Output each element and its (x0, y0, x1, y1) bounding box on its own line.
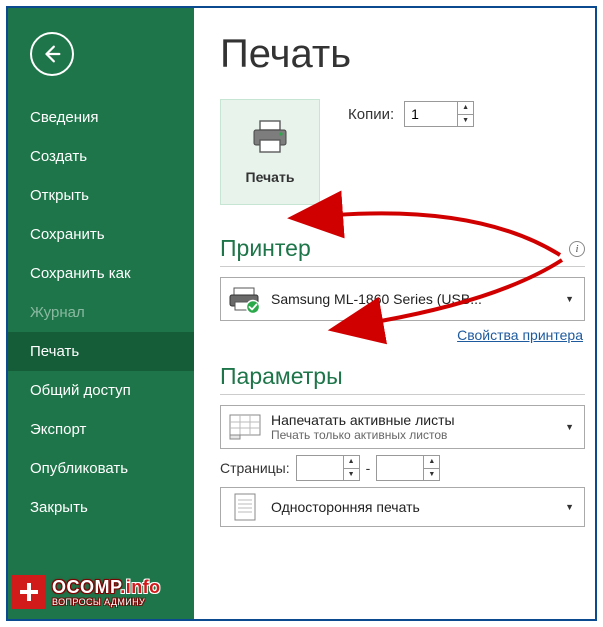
pages-to-spinner[interactable]: ▲ ▼ (376, 455, 440, 481)
back-button[interactable] (30, 32, 74, 76)
arrow-left-icon (41, 43, 63, 65)
watermark-sub: ВОПРОСЫ АДМИНУ (52, 598, 161, 607)
page-single-icon (227, 492, 263, 522)
sidebar-item-history: Журнал (8, 293, 194, 332)
backstage-sidebar: Сведения Создать Открыть Сохранить Сохра… (8, 8, 194, 619)
watermark: OCOMP.info ВОПРОСЫ АДМИНУ (12, 575, 161, 609)
sidebar-item-export[interactable]: Экспорт (8, 410, 194, 449)
sidebar-item-new[interactable]: Создать (8, 137, 194, 176)
pages-to-input[interactable] (377, 456, 423, 480)
sidebar-item-publish[interactable]: Опубликовать (8, 449, 194, 488)
sidebar-item-close[interactable]: Закрыть (8, 488, 194, 527)
copies-label: Копии: (348, 106, 394, 123)
sided-dropdown[interactable]: Односторонняя печать ▼ (220, 487, 585, 527)
info-icon[interactable]: i (569, 241, 585, 257)
sidebar-item-save[interactable]: Сохранить (8, 215, 194, 254)
pages-sep: - (366, 460, 371, 476)
printer-dropdown[interactable]: Samsung ML-1860 Series (USB... ▼ (220, 277, 585, 321)
copies-spinner[interactable]: ▲ ▼ (404, 101, 474, 127)
print-what-primary: Напечатать активные листы (271, 412, 553, 428)
sidebar-item-share[interactable]: Общий доступ (8, 371, 194, 410)
pages-label: Страницы: (220, 460, 290, 476)
print-what-dropdown[interactable]: Напечатать активные листы Печать только … (220, 405, 585, 449)
section-printer-label: Принтер (220, 235, 311, 262)
watermark-suffix: .info (120, 577, 161, 597)
print-what-secondary: Печать только активных листов (271, 428, 553, 442)
printer-icon (250, 119, 290, 155)
print-button-label: Печать (246, 169, 295, 185)
print-pane: Печать Печать Копии: ▲ ▼ (194, 8, 595, 619)
pages-to-down[interactable]: ▼ (424, 469, 439, 481)
sheets-icon (227, 414, 263, 440)
page-title: Печать (220, 32, 585, 77)
printer-properties-link[interactable]: Свойства принтера (457, 327, 583, 343)
watermark-brand: OCOMP (52, 577, 120, 597)
section-settings: Параметры (220, 363, 585, 395)
section-settings-label: Параметры (220, 363, 343, 390)
chevron-down-icon: ▼ (561, 422, 578, 432)
watermark-plus-icon (12, 575, 46, 609)
printer-name: Samsung ML-1860 Series (USB... (271, 291, 553, 307)
copies-down[interactable]: ▼ (458, 115, 473, 127)
chevron-down-icon: ▼ (561, 502, 578, 512)
sidebar-item-info[interactable]: Сведения (8, 98, 194, 137)
pages-from-up[interactable]: ▲ (344, 456, 359, 469)
section-printer: Принтер i (220, 235, 585, 267)
sidebar-item-save-as[interactable]: Сохранить как (8, 254, 194, 293)
copies-up[interactable]: ▲ (458, 102, 473, 115)
pages-from-down[interactable]: ▼ (344, 469, 359, 481)
print-button[interactable]: Печать (220, 99, 320, 205)
pages-from-spinner[interactable]: ▲ ▼ (296, 455, 360, 481)
pages-from-input[interactable] (297, 456, 343, 480)
printer-status-icon (227, 284, 263, 314)
chevron-down-icon: ▼ (561, 294, 578, 304)
sidebar-item-print[interactable]: Печать (8, 332, 194, 371)
sided-primary: Односторонняя печать (271, 499, 553, 515)
copies-input[interactable] (405, 102, 457, 126)
pages-to-up[interactable]: ▲ (424, 456, 439, 469)
sidebar-item-open[interactable]: Открыть (8, 176, 194, 215)
